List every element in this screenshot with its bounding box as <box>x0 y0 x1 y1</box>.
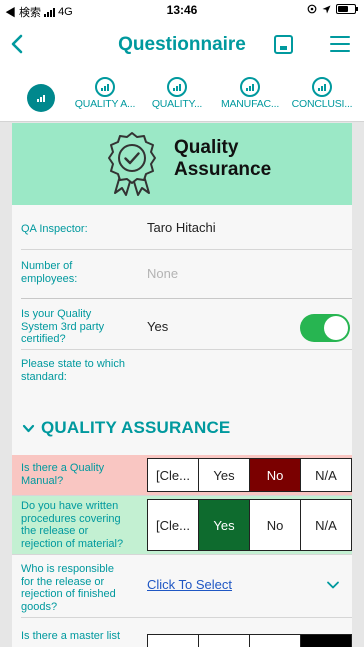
hamburger-menu-icon[interactable] <box>330 36 350 52</box>
option-na[interactable]: N/A <box>300 500 351 550</box>
answer-segmented-control: [Cle... Yes No N/A <box>147 499 352 551</box>
section-banner: Quality Assurance <box>12 123 352 205</box>
option-no[interactable]: No <box>249 500 300 550</box>
award-badge-icon <box>108 132 156 196</box>
question-line: Do you have written <box>21 500 119 512</box>
section-tab-bar: QUALITY A... QUALITY... MANUFAC... CONCL… <box>0 70 364 122</box>
option-yes-selected[interactable]: Yes <box>198 500 249 550</box>
qa-inspector-row[interactable]: QA Inspector: Taro Hitachi <box>12 205 352 249</box>
question-line: procedures covering <box>21 512 121 525</box>
employees-label-line: Number of <box>21 260 73 272</box>
tab-label: QUALITY... <box>151 98 203 110</box>
chart-icon <box>240 77 260 97</box>
answer-segmented-control: [Cle... Yes No N/A <box>147 458 352 492</box>
save-icon[interactable] <box>274 35 293 54</box>
question-line: rejection of finished <box>21 588 116 600</box>
qa-inspector-value[interactable]: Taro Hitachi <box>147 220 216 235</box>
battery-icon <box>336 4 358 14</box>
section-header[interactable]: QUALITY ASSURANCE <box>22 418 230 438</box>
question-row-master-list: Is there a master list <box>12 618 352 647</box>
question-line: for the release or <box>21 575 105 588</box>
employees-label: Number of employees: <box>21 260 77 285</box>
tab-home[interactable] <box>27 84 55 112</box>
question-text: Who is responsible for the release or re… <box>21 563 116 613</box>
tab-label: QUALITY A... <box>74 98 136 110</box>
option-clear[interactable]: [Cle... <box>148 459 198 491</box>
question-text: Do you have written procedures covering … <box>21 500 123 550</box>
banner-title-line2: Assurance <box>174 159 272 180</box>
standard-row[interactable]: Please state to which standard: <box>12 350 352 392</box>
tab-conclusi[interactable]: CONCLUSI... <box>287 77 357 110</box>
certified-label: Is your Quality System 3rd party certifi… <box>21 308 104 346</box>
option-clear[interactable] <box>148 635 198 647</box>
banner-title: Quality Assurance <box>174 137 294 181</box>
option-no-selected[interactable]: No <box>249 459 300 491</box>
option-na[interactable]: N/A <box>300 459 351 491</box>
option-clear[interactable]: [Cle... <box>148 500 198 550</box>
option-no[interactable] <box>249 635 300 647</box>
section-title: QUALITY ASSURANCE <box>41 418 231 437</box>
question-row-written-procedures: Do you have written procedures covering … <box>12 496 352 554</box>
tab-quality[interactable]: QUALITY... <box>142 77 212 110</box>
standard-label-line: standard: <box>21 370 67 383</box>
chevron-down-icon[interactable] <box>326 578 340 592</box>
question-line: rejection of material? <box>21 537 124 550</box>
questionnaire-content[interactable]: Quality Assurance QA Inspector: Taro Hit… <box>12 123 352 647</box>
app-header: Questionnaire <box>0 20 364 70</box>
question-line: Who is responsible <box>21 563 114 575</box>
question-line: goods? <box>21 600 58 613</box>
question-line: Is there a master list <box>21 630 121 642</box>
click-to-select-link[interactable]: Click To Select <box>147 577 232 592</box>
employees-row[interactable]: Number of employees: None <box>12 250 352 298</box>
certified-toggle[interactable] <box>300 314 350 342</box>
question-row-quality-manual: Is there a Quality Manual? [Cle... Yes N… <box>12 455 352 495</box>
standard-label-line: Please state to which <box>21 358 125 370</box>
chart-icon <box>312 77 332 97</box>
banner-title-line1: Quality <box>174 137 239 158</box>
tab-label: CONCLUSI... <box>291 98 353 110</box>
toggle-knob <box>324 316 348 340</box>
qa-inspector-label: QA Inspector: <box>21 223 88 235</box>
employees-label-line: employees: <box>21 272 78 285</box>
chart-icon <box>37 94 45 102</box>
standard-label: Please state to which standard: <box>21 358 125 383</box>
question-text: Is there a master list <box>21 630 120 643</box>
certified-label-line: System 3rd party <box>21 320 105 333</box>
certified-label-line: certified? <box>21 333 66 345</box>
question-line: Manual? <box>21 474 64 487</box>
option-yes[interactable]: Yes <box>198 459 249 491</box>
status-bar: ◀ 検索 4G 13:46 <box>0 0 364 20</box>
rotation-lock-icon <box>307 4 317 14</box>
question-line: the release or <box>21 525 89 537</box>
certified-value: Yes <box>147 319 169 334</box>
question-text: Is there a Quality Manual? <box>21 462 104 487</box>
tab-label: MANUFAC... <box>220 98 280 110</box>
option-yes[interactable] <box>198 635 249 647</box>
employees-input[interactable]: None <box>147 266 178 281</box>
certified-label-line: Is your Quality <box>21 308 92 320</box>
status-right <box>307 4 358 14</box>
chart-icon <box>95 77 115 97</box>
tab-quality-a[interactable]: QUALITY A... <box>70 77 140 110</box>
location-icon <box>322 5 331 13</box>
chart-icon <box>167 77 187 97</box>
question-row-responsible[interactable]: Who is responsible for the release or re… <box>12 555 352 617</box>
tab-manufac[interactable]: MANUFAC... <box>215 77 285 110</box>
chevron-down-icon <box>22 424 35 432</box>
page-title: Questionnaire <box>118 34 246 55</box>
option-na[interactable] <box>300 635 351 647</box>
question-line: Is there a Quality <box>21 462 105 474</box>
answer-segmented-control <box>147 634 352 647</box>
